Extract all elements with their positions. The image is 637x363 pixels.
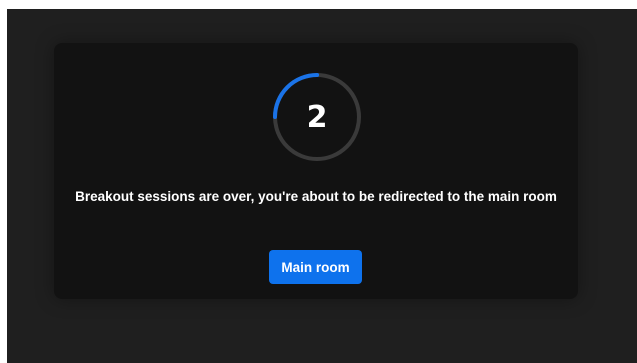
countdown-number: 2 (306, 99, 328, 135)
main-room-button[interactable]: Main room (269, 250, 362, 284)
breakout-ended-dialog: 2 Breakout sessions are over, you're abo… (54, 43, 578, 299)
countdown-timer: 2 (271, 71, 363, 163)
redirect-message: Breakout sessions are over, you're about… (75, 189, 557, 204)
meeting-background: 2 Breakout sessions are over, you're abo… (7, 9, 637, 363)
